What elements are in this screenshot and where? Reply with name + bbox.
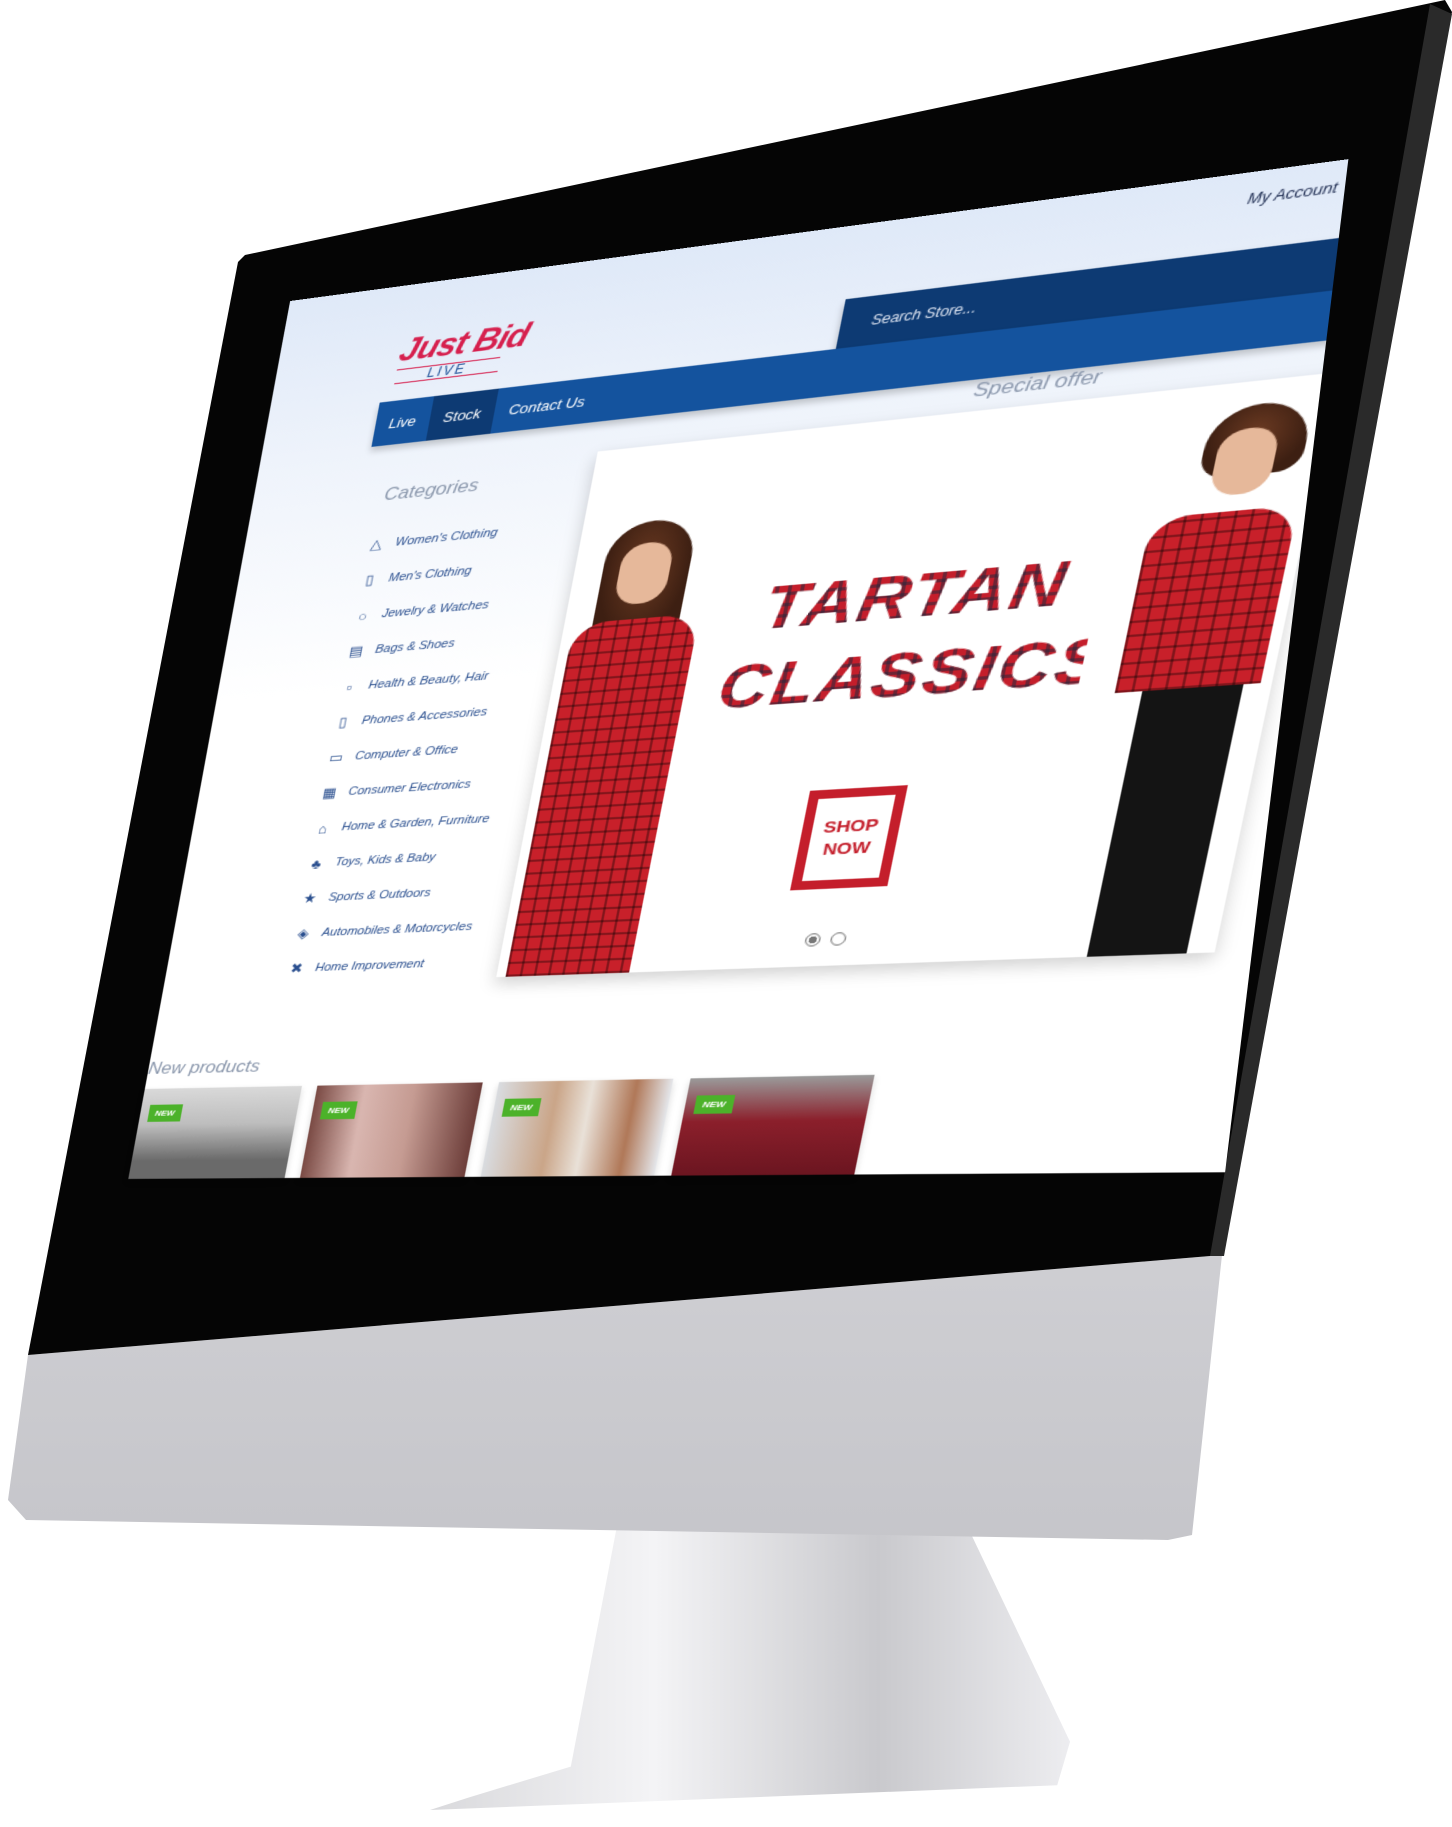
categories-heading: Categories xyxy=(382,474,481,505)
shop-now-button[interactable]: SHOP NOW xyxy=(790,785,908,891)
new-products-heading: New products xyxy=(146,1056,262,1078)
category-label: Bags & Shoes xyxy=(374,636,456,657)
imac-stand xyxy=(430,1500,1070,1810)
category-label: Computer & Office xyxy=(354,743,460,763)
promo-banner[interactable]: TARTAN CLASSICS SHOP NOW xyxy=(496,372,1339,978)
shop-now-line1: SHOP xyxy=(821,815,881,838)
nav-stock[interactable]: Stock xyxy=(425,388,500,441)
product-card[interactable]: NEW xyxy=(128,1085,302,1179)
new-badge: NEW xyxy=(147,1104,183,1122)
car-icon: ◈ xyxy=(296,925,311,942)
phone-icon: ▯ xyxy=(337,713,349,730)
category-label: Jewelry & Watches xyxy=(380,598,491,621)
electronics-icon: ▦ xyxy=(321,784,338,801)
category-label: Sports & Outdoors xyxy=(327,886,432,904)
home-icon: ⌂ xyxy=(317,820,329,837)
watch-icon: ○ xyxy=(357,607,369,625)
imac-mockup: Just Bid LIVE My Account Contact Us 🔔︎ ✉… xyxy=(0,0,1452,1827)
category-label: Women's Clothing xyxy=(394,526,499,549)
product-card[interactable]: NEW xyxy=(299,1082,483,1178)
category-label: Toys, Kids & Baby xyxy=(334,851,437,869)
category-label: Automobiles & Motorcycles xyxy=(320,920,474,940)
tools-icon: ✖ xyxy=(289,960,305,977)
category-label: Consumer Electronics xyxy=(347,778,472,799)
category-label: Home & Garden, Furniture xyxy=(340,812,491,834)
beauty-icon: ▫ xyxy=(345,678,354,695)
dress-icon: △ xyxy=(369,535,384,553)
category-label: Phones & Accessories xyxy=(360,705,489,728)
new-badge: NEW xyxy=(319,1101,358,1120)
slider-dots xyxy=(803,931,848,947)
my-account-link[interactable]: My Account xyxy=(1246,179,1339,208)
slider-dot[interactable] xyxy=(803,932,822,947)
nav-live[interactable]: Live xyxy=(371,396,434,447)
toy-icon: ♣ xyxy=(310,855,323,872)
shirt-icon: ▯ xyxy=(364,571,376,588)
computer-icon: ▭ xyxy=(328,748,345,766)
category-label: Men's Clothing xyxy=(387,564,473,585)
category-label: Home Improvement xyxy=(314,957,426,975)
category-label: Health & Beauty, Hair xyxy=(367,669,490,692)
product-card[interactable]: NEW xyxy=(671,1074,875,1176)
slider-dot[interactable] xyxy=(829,931,848,946)
sports-icon: ★ xyxy=(302,890,318,907)
new-products-row: NEW NEW NEW NEW xyxy=(128,1074,875,1179)
new-badge: NEW xyxy=(693,1094,735,1114)
new-badge: NEW xyxy=(501,1098,542,1117)
shop-now-line2: NOW xyxy=(821,838,872,860)
product-card[interactable]: NEW xyxy=(480,1078,674,1177)
bag-icon: ▤ xyxy=(347,642,365,660)
